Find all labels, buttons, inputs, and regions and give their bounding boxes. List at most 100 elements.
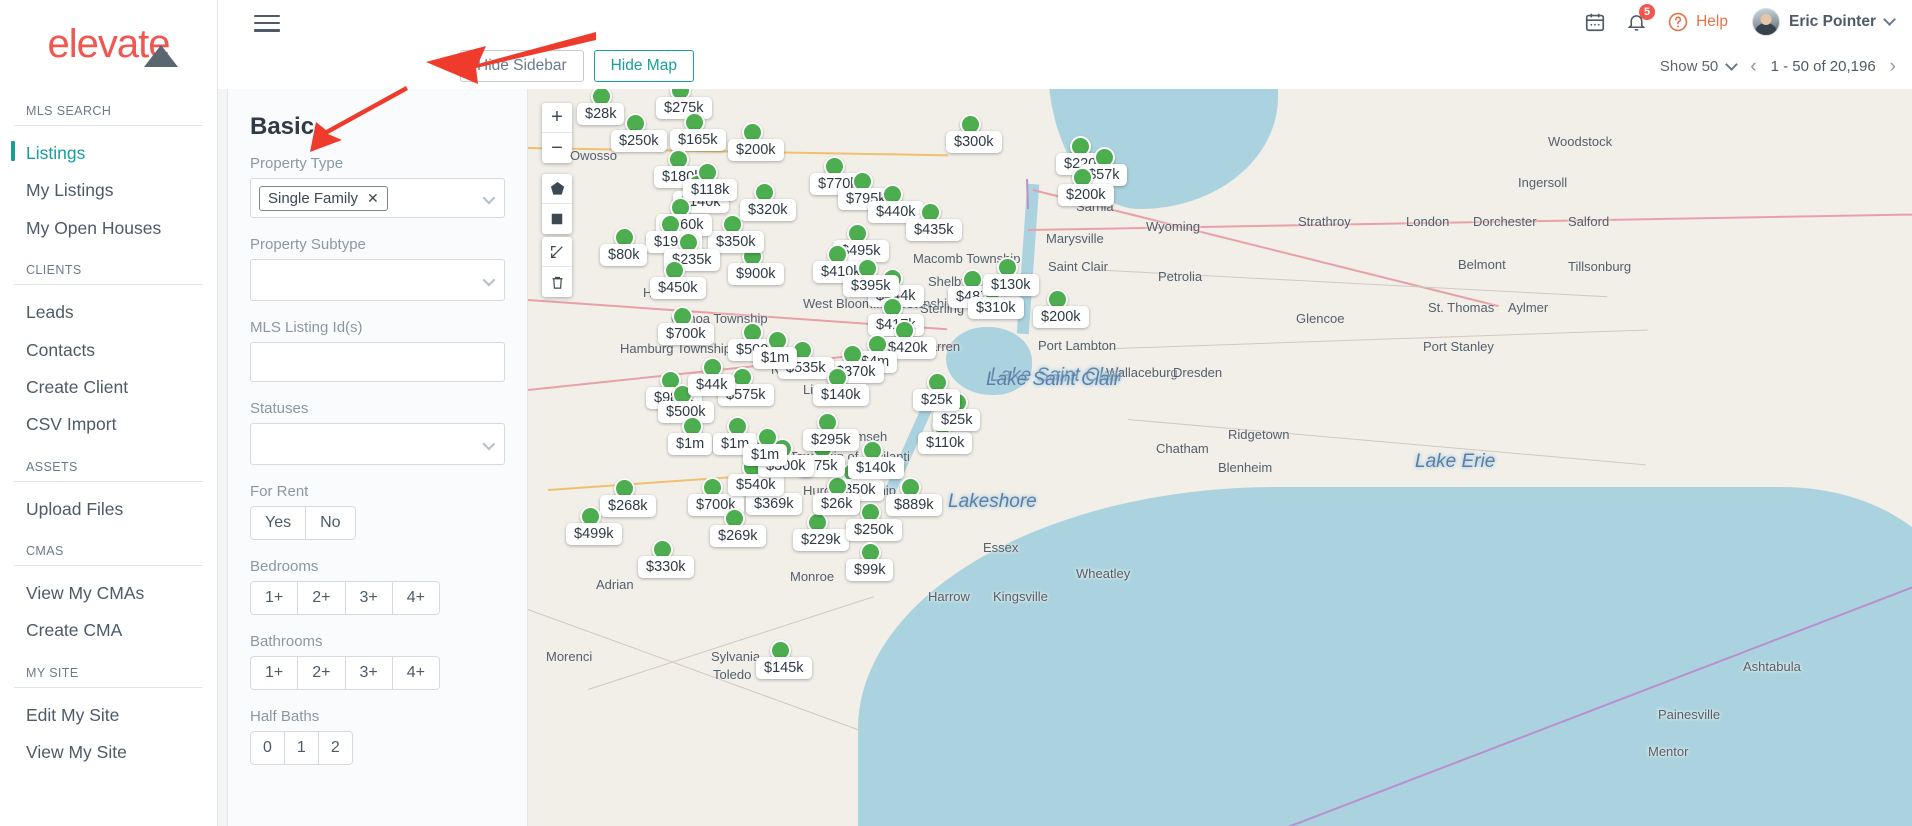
listing-price-label[interactable]: $25k — [913, 389, 961, 411]
listing-price-label[interactable]: $268k — [600, 495, 656, 517]
help-button[interactable]: Help — [1667, 11, 1728, 33]
zoom-out-button[interactable]: − — [542, 133, 572, 163]
for-rent-option-Yes[interactable]: Yes — [250, 506, 306, 540]
listing-price-label[interactable]: $140k — [813, 384, 869, 406]
listing-price-label[interactable]: $28k — [577, 103, 625, 125]
filter-scrollbar[interactable] — [218, 9, 230, 826]
prev-page-button[interactable]: ‹ — [1750, 57, 1756, 76]
bedrooms-option-1plus[interactable]: 1+ — [250, 581, 298, 615]
map-place-label: Salford — [1568, 214, 1610, 229]
sidebar-item-my-open-houses[interactable]: My Open Houses — [0, 210, 217, 247]
sidebar-item-my-listings[interactable]: My Listings — [0, 172, 217, 209]
brand-logo[interactable]: elevate — [0, 0, 217, 88]
listing-price-label[interactable]: $900k — [728, 263, 784, 285]
delete-shape-button[interactable] — [542, 267, 572, 297]
road-line — [528, 609, 867, 734]
page-size-select[interactable]: Show 50 — [1660, 58, 1739, 75]
polygon-draw-button[interactable] — [542, 174, 572, 204]
chevron-down-icon — [482, 273, 496, 287]
listing-price-label[interactable]: $26k — [813, 493, 861, 515]
property-type-chip[interactable]: Single Family ✕ — [259, 185, 388, 211]
listing-price-label[interactable]: $200k — [1033, 306, 1089, 328]
listing-price-label[interactable]: $300k — [946, 131, 1002, 153]
listing-price-label[interactable]: $450k — [650, 277, 706, 299]
for-rent-option-No[interactable]: No — [305, 506, 356, 540]
listing-price-label[interactable]: $310k — [968, 297, 1024, 319]
listing-price-label[interactable]: $435k — [906, 219, 962, 241]
listing-price-label[interactable]: $80k — [600, 244, 648, 266]
map-draw-controls — [542, 174, 572, 234]
sidebar-item-view-my-cmas[interactable]: View My CMAs — [0, 575, 217, 612]
menu-toggle-button[interactable] — [254, 10, 280, 36]
listing-price-label[interactable]: $1m — [753, 347, 798, 369]
listing-price-label[interactable]: $130k — [983, 274, 1039, 296]
bedrooms-option-4plus[interactable]: 4+ — [391, 581, 440, 615]
zoom-in-button[interactable]: + — [542, 103, 572, 133]
bedrooms-option-2plus[interactable]: 2+ — [297, 581, 345, 615]
listing-price-label[interactable]: $499k — [566, 523, 622, 545]
sidebar-item-leads[interactable]: Leads — [0, 294, 217, 331]
sidebar-item-edit-my-site[interactable]: Edit My Site — [0, 697, 217, 734]
statuses-select[interactable] — [250, 423, 505, 465]
listing-price-label[interactable]: $395k — [843, 275, 899, 297]
listing-price-label[interactable]: $118k — [683, 179, 738, 201]
rectangle-draw-button[interactable] — [542, 204, 572, 234]
sidebar-item-create-cma[interactable]: Create CMA — [0, 612, 217, 649]
listing-price-label[interactable]: $889k — [886, 494, 942, 516]
listing-price-label[interactable]: $99k — [846, 559, 894, 581]
close-icon[interactable]: ✕ — [367, 190, 379, 207]
listing-price-label[interactable]: $110k — [918, 432, 973, 454]
sidebar-item-create-client[interactable]: Create Client — [0, 369, 217, 406]
calendar-icon[interactable] — [1584, 11, 1606, 33]
user-menu[interactable]: Eric Pointer — [1752, 7, 1896, 36]
sidebar-section: MLS SEARCH Listings My Listings My Open Hou… — [0, 94, 217, 247]
for-rent-label: For Rent — [250, 483, 309, 500]
listing-price-label[interactable]: $320k — [740, 199, 796, 221]
listing-price-label[interactable]: $44k — [688, 374, 736, 396]
edit-shape-button[interactable] — [542, 237, 572, 267]
sidebar-item-upload-files[interactable]: Upload Files — [0, 491, 217, 528]
bathrooms-option-2plus[interactable]: 2+ — [297, 656, 345, 690]
bathrooms-option-1plus[interactable]: 1+ — [250, 656, 298, 690]
half-baths-option-1[interactable]: 1 — [283, 731, 318, 765]
property-subtype-label: Property Subtype — [250, 236, 366, 253]
listing-price-label[interactable]: $1m — [668, 433, 713, 455]
listing-price-label[interactable]: $140k — [848, 457, 904, 479]
property-type-select[interactable]: Single Family ✕ — [250, 178, 505, 218]
listing-price-label[interactable]: $700k — [658, 323, 714, 345]
sidebar-item-csv-import[interactable]: CSV Import — [0, 406, 217, 443]
listing-price-label[interactable]: $229k — [793, 529, 849, 551]
mls-listing-ids-input[interactable] — [250, 342, 505, 382]
listing-price-label[interactable]: $295k — [803, 429, 859, 451]
listing-price-label[interactable]: $165k — [670, 129, 726, 151]
hide-sidebar-button[interactable]: Hide Sidebar — [460, 50, 584, 82]
bathrooms-option-3plus[interactable]: 3+ — [344, 656, 392, 690]
listing-price-label[interactable]: $25k — [933, 409, 981, 431]
listing-price-label[interactable]: $1m — [743, 444, 788, 466]
listing-price-label[interactable]: $200k — [728, 139, 784, 161]
sidebar: elevate MLS SEARCH Listings My Listings My … — [0, 0, 218, 826]
menu-line — [254, 28, 280, 32]
listing-price-label[interactable]: $145k — [756, 657, 812, 679]
bathrooms-option-4plus[interactable]: 4+ — [391, 656, 440, 690]
listing-price-label[interactable]: $200k — [1058, 184, 1114, 206]
hide-map-button[interactable]: Hide Map — [593, 50, 694, 82]
bedrooms-option-3plus[interactable]: 3+ — [344, 581, 392, 615]
sidebar-item-view-my-site[interactable]: View My Site — [0, 734, 217, 771]
map-place-label: Harrow — [928, 589, 970, 604]
listing-price-label[interactable]: $540k — [728, 474, 784, 496]
sidebar-item-listings[interactable]: Listings — [0, 135, 217, 172]
sidebar-item-contacts[interactable]: Contacts — [0, 332, 217, 369]
half-baths-option-0[interactable]: 0 — [250, 731, 284, 765]
listing-price-label[interactable]: $330k — [638, 556, 694, 578]
listing-price-label[interactable]: $369k — [746, 493, 802, 515]
listing-price-label[interactable]: $269k — [710, 525, 766, 547]
map-canvas[interactable]: + − Owosso Genoa Township Hamburg Townsh… — [528, 89, 1912, 826]
bell-icon[interactable]: 5 — [1626, 3, 1656, 33]
half-baths-option-2[interactable]: 2 — [317, 731, 353, 765]
property-subtype-select[interactable] — [250, 259, 505, 301]
next-page-button[interactable]: › — [1890, 57, 1896, 76]
listing-price-label[interactable]: $250k — [846, 519, 902, 541]
map-place-label: Port Stanley — [1423, 339, 1494, 354]
listing-price-label[interactable]: $250k — [611, 130, 667, 152]
